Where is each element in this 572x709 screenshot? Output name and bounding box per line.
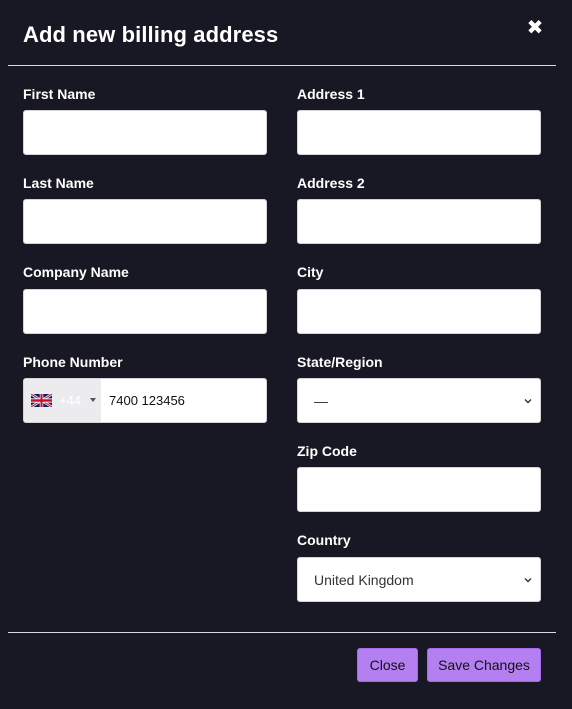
footer-divider xyxy=(8,632,556,633)
country-label: Country xyxy=(297,532,351,548)
last-name-label: Last Name xyxy=(23,175,94,191)
country-selected: United Kingdom xyxy=(314,572,414,588)
address1-input[interactable] xyxy=(297,110,541,155)
header-divider xyxy=(8,65,556,66)
uk-flag-icon xyxy=(31,394,52,407)
close-icon[interactable]: ✖ xyxy=(526,18,544,38)
modal-title: Add new billing address xyxy=(23,22,279,47)
zip-code-input[interactable] xyxy=(297,467,541,512)
modal-header: Add new billing address ✖ xyxy=(0,0,572,66)
zip-code-label: Zip Code xyxy=(297,443,357,459)
chevron-down-icon xyxy=(524,399,532,404)
phone-number-label: Phone Number xyxy=(23,354,123,370)
company-name-label: Company Name xyxy=(23,264,129,280)
caret-down-icon xyxy=(90,398,96,402)
address2-input[interactable] xyxy=(297,199,541,244)
billing-address-modal: Add new billing address ✖ First Name Las… xyxy=(0,0,572,709)
first-name-label: First Name xyxy=(23,86,96,102)
address2-label: Address 2 xyxy=(297,175,365,191)
city-input[interactable] xyxy=(297,289,541,334)
address1-label: Address 1 xyxy=(297,86,365,102)
save-changes-button[interactable]: Save Changes xyxy=(427,648,541,682)
state-region-select[interactable]: — xyxy=(297,378,541,423)
state-region-label: State/Region xyxy=(297,354,383,370)
phone-number-input[interactable] xyxy=(101,379,266,422)
country-code-picker[interactable]: +44 xyxy=(24,379,101,422)
company-name-input[interactable] xyxy=(23,289,267,334)
city-label: City xyxy=(297,264,324,280)
phone-number-field: +44 xyxy=(23,378,267,423)
state-region-selected: — xyxy=(314,393,328,409)
dial-code: +44 xyxy=(59,393,82,408)
country-select[interactable]: United Kingdom xyxy=(297,557,541,602)
chevron-down-icon xyxy=(524,578,532,583)
close-button[interactable]: Close xyxy=(357,648,418,682)
first-name-input[interactable] xyxy=(23,110,267,155)
last-name-input[interactable] xyxy=(23,199,267,244)
